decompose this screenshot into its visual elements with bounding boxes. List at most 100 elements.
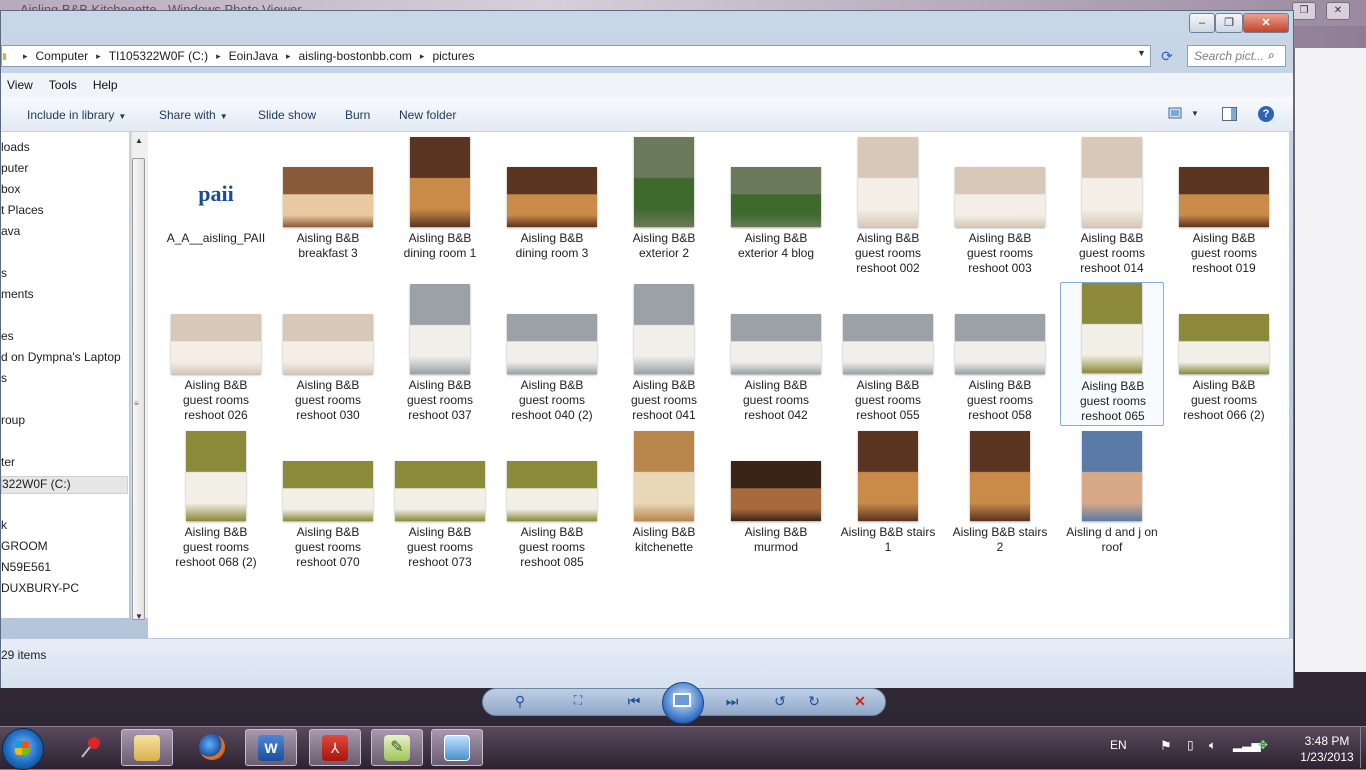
nav-item[interactable]: es <box>1 329 14 347</box>
file-item[interactable]: Aisling B&B guest rooms reshoot 019 <box>1172 135 1276 279</box>
view-dropdown-icon[interactable]: ▼ <box>1191 109 1199 118</box>
breadcrumb-item[interactable]: TI105322W0F (C:) <box>109 49 208 63</box>
file-name-line: 1 <box>884 540 892 554</box>
preview-pane-icon[interactable] <box>1222 107 1237 121</box>
file-item[interactable]: Aisling B&B guest rooms reshoot 042 <box>724 282 828 426</box>
file-item[interactable]: Aisling B&B guest rooms reshoot 065 <box>1060 282 1164 426</box>
nav-item[interactable]: loads <box>1 140 30 158</box>
help-icon[interactable]: ? <box>1258 106 1274 122</box>
menu-view[interactable]: View <box>7 78 33 92</box>
zoom-icon[interactable]: ⚲ <box>509 693 531 710</box>
flag-icon[interactable]: ⚑ <box>1160 738 1172 754</box>
nav-item[interactable]: d on Dympna's Laptop <box>1 350 121 368</box>
share-with-button[interactable]: Share with ▼ <box>159 108 228 122</box>
breadcrumb-separator-icon[interactable]: ▸ <box>286 51 291 62</box>
file-item[interactable]: Aisling B&B stairs 2 <box>948 429 1052 573</box>
breadcrumb-item[interactable]: pictures <box>432 49 474 63</box>
file-item[interactable]: Aisling B&B guest rooms reshoot 070 <box>276 429 380 573</box>
burn-button[interactable]: Burn <box>345 108 370 122</box>
breadcrumb-item[interactable]: aisling-bostonbb.com <box>299 49 412 63</box>
file-item[interactable]: Aisling B&B guest rooms reshoot 055 <box>836 282 940 426</box>
nav-item[interactable]: t Places <box>1 203 44 221</box>
change-view-icon[interactable] <box>1168 106 1184 120</box>
file-item[interactable]: Aisling B&B dining room 3 <box>500 135 604 279</box>
clock[interactable]: 3:48 PM 1/23/2013 <box>1296 733 1358 765</box>
file-item[interactable]: Aisling B&B guest rooms reshoot 040 (2) <box>500 282 604 426</box>
nav-item[interactable]: box <box>1 182 20 200</box>
navigation-pane: loads puter box t Places ava s ments es d on Dym… <box>1 132 129 618</box>
delete-icon[interactable]: ✕ <box>849 693 871 710</box>
scroll-up-icon[interactable]: ▲ <box>132 134 146 148</box>
nav-item[interactable]: roup <box>1 413 25 431</box>
file-item[interactable]: Aisling B&B stairs 1 <box>836 429 940 573</box>
firefox-icon[interactable] <box>199 734 225 760</box>
network-icon[interactable]: ▂▃▅ <box>1233 738 1261 752</box>
volume-icon[interactable]: 🔈︎ <box>1209 738 1216 753</box>
file-item[interactable]: Aisling B&B dining room 1 <box>388 135 492 279</box>
file-item[interactable]: Aisling B&B exterior 4 blog <box>724 135 828 279</box>
restore-icon[interactable]: ❐ <box>1292 2 1316 20</box>
file-item[interactable]: Aisling B&B guest rooms reshoot 066 (2) <box>1172 282 1276 426</box>
file-item[interactable]: Aisling B&B guest rooms reshoot 003 <box>948 135 1052 279</box>
search-icon[interactable]: ⌕ <box>1268 48 1275 63</box>
scroll-down-icon[interactable]: ▼ <box>132 610 146 624</box>
file-item[interactable]: Aisling B&B murmod <box>724 429 828 573</box>
nav-item[interactable]: puter <box>1 161 28 179</box>
scrollbar-thumb[interactable] <box>132 158 145 620</box>
next-icon[interactable]: ⏭ <box>721 693 743 710</box>
file-item[interactable]: Aisling B&B guest rooms reshoot 014 <box>1060 135 1164 279</box>
file-item[interactable]: Aisling B&B guest rooms reshoot 058 <box>948 282 1052 426</box>
file-item[interactable]: Aisling B&B breakfast 3 <box>276 135 380 279</box>
file-item[interactable]: Aisling B&B guest rooms reshoot 037 <box>388 282 492 426</box>
nav-item[interactable]: DUXBURY-PC <box>1 581 79 599</box>
file-item[interactable]: Aisling B&B exterior 2 <box>612 135 716 279</box>
file-item[interactable]: Aisling B&B guest rooms reshoot 002 <box>836 135 940 279</box>
nav-item[interactable]: ter <box>1 455 15 473</box>
file-item[interactable]: Aisling B&B guest rooms reshoot 068 (2) <box>164 429 268 573</box>
file-item[interactable]: Aisling B&B guest rooms reshoot 041 <box>612 282 716 426</box>
slide-show-button[interactable]: Slide show <box>258 108 316 122</box>
previous-icon[interactable]: ⏮ <box>623 693 645 710</box>
file-item[interactable]: Aisling d and j on roof <box>1060 429 1164 573</box>
nav-item[interactable]: ava <box>1 224 20 242</box>
file-item[interactable]: Aisling B&B guest rooms reshoot 030 <box>276 282 380 426</box>
language-indicator[interactable]: EN <box>1110 738 1127 752</box>
breadcrumb-separator-icon[interactable]: ▸ <box>23 51 28 62</box>
file-item[interactable]: Aisling B&B guest rooms reshoot 085 <box>500 429 604 573</box>
file-item[interactable]: Aisling B&B guest rooms reshoot 026 <box>164 282 268 426</box>
breadcrumb-separator-icon[interactable]: ▸ <box>420 51 425 62</box>
actual-size-icon[interactable]: ⛶ <box>567 693 589 708</box>
nav-item[interactable]: GROOM <box>1 539 48 557</box>
dropbox-icon[interactable]: ✥ <box>1258 738 1268 752</box>
nav-item[interactable]: k <box>1 518 7 536</box>
address-dropdown-icon[interactable]: ▼ <box>1137 48 1146 58</box>
include-in-library-button[interactable]: Include in library ▼ <box>27 108 126 122</box>
nav-item-selected[interactable]: 322W0F (C:) <box>1 476 128 494</box>
thumbnail-image <box>731 461 821 521</box>
file-item[interactable]: paii A_A__aisling_PAII <box>164 135 268 279</box>
breadcrumb-separator-icon[interactable]: ▸ <box>216 51 221 62</box>
nav-item[interactable]: s <box>1 266 7 284</box>
nav-item[interactable]: ments <box>1 287 34 305</box>
menu-help[interactable]: Help <box>93 78 118 92</box>
close-icon[interactable]: ✕ <box>1326 2 1350 20</box>
file-item[interactable]: Aisling B&B guest rooms reshoot 073 <box>388 429 492 573</box>
new-folder-button[interactable]: New folder <box>399 108 456 122</box>
rotate-left-icon[interactable]: ↺ <box>769 693 791 710</box>
minimize-button[interactable]: – <box>1189 13 1215 33</box>
breadcrumb-item[interactable]: Computer <box>35 49 88 63</box>
refresh-icon[interactable]: ⟳ <box>1157 46 1177 66</box>
breadcrumb-item[interactable]: EoinJava <box>229 49 278 63</box>
breadcrumb-separator-icon[interactable]: ▸ <box>96 51 101 62</box>
rotate-right-icon[interactable]: ↻ <box>803 693 825 710</box>
nav-item[interactable]: s <box>1 371 7 389</box>
maximize-button[interactable]: ❐ <box>1215 13 1243 33</box>
battery-icon[interactable]: ▯ <box>1187 738 1194 752</box>
address-bar[interactable]: ▮ ▸ Computer ▸ TI105322W0F (C:) ▸ EoinJava ▸ ai… <box>1 45 1151 67</box>
show-desktop-button[interactable] <box>1360 726 1366 768</box>
nav-item[interactable]: N59E561 <box>1 560 51 578</box>
pushpin-icon[interactable] <box>78 734 104 760</box>
menu-tools[interactable]: Tools <box>49 78 77 92</box>
file-item[interactable]: Aisling B&B kitchenette <box>612 429 716 573</box>
close-button[interactable]: ✕ <box>1243 13 1289 33</box>
